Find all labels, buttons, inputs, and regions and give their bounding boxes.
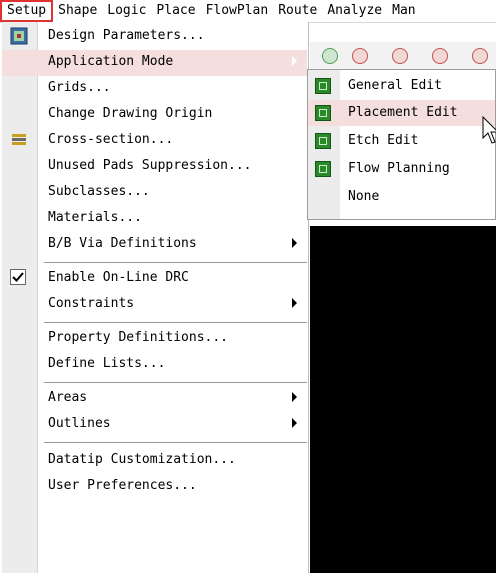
menu-flowplan[interactable]: FlowPlan: [201, 0, 274, 22]
menu-separator: [44, 442, 307, 443]
toolbar-button-icon[interactable]: [322, 48, 338, 64]
menu-item-change-drawing-origin[interactable]: Change Drawing Origin: [2, 102, 307, 128]
submenu-item-flow-planning[interactable]: Flow Planning: [308, 156, 495, 182]
submenu-item-general-edit[interactable]: General Edit: [308, 73, 495, 99]
menu-item-application-mode[interactable]: Application Mode: [2, 50, 307, 76]
menu-item-user-preferences[interactable]: User Preferences...: [2, 474, 307, 500]
menu-item-datatip-customization[interactable]: Datatip Customization...: [2, 448, 307, 474]
menu-item-define-lists[interactable]: Define Lists...: [2, 352, 307, 378]
menu-bar: Setup Shape Logic Place FlowPlan Route A…: [0, 0, 496, 23]
menu-place[interactable]: Place: [151, 0, 200, 22]
editor-toolbar: [310, 42, 496, 70]
menu-item-outlines[interactable]: Outlines: [2, 412, 307, 438]
submenu-arrow-icon: [292, 392, 297, 402]
submenu-item-etch-edit[interactable]: Etch Edit: [308, 128, 495, 154]
placement-edit-icon: [315, 105, 331, 121]
mouse-cursor-icon: [482, 116, 496, 144]
menu-separator: [44, 322, 307, 323]
application-mode-submenu: General Edit Placement Edit Etch Edit Fl…: [307, 69, 496, 220]
menu-setup[interactable]: Setup: [0, 0, 54, 22]
submenu-item-none[interactable]: None: [308, 184, 495, 210]
setup-dropdown-menu: Design Parameters... Application Mode Gr…: [2, 22, 309, 573]
submenu-arrow-icon: [292, 56, 297, 66]
general-edit-icon: [315, 78, 331, 94]
toolbar-button-icon[interactable]: [432, 48, 448, 64]
submenu-arrow-icon: [292, 298, 297, 308]
design-canvas[interactable]: [310, 226, 496, 573]
menu-separator: [44, 382, 307, 383]
menu-item-materials[interactable]: Materials...: [2, 206, 307, 232]
menu-analyze[interactable]: Analyze: [322, 0, 387, 22]
menu-manufacture[interactable]: Man: [387, 0, 420, 22]
menu-item-cross-section[interactable]: Cross-section...: [2, 128, 307, 154]
menu-item-grids[interactable]: Grids...: [2, 76, 307, 102]
menu-item-design-parameters[interactable]: Design Parameters...: [2, 24, 307, 50]
menu-item-constraints[interactable]: Constraints: [2, 292, 307, 318]
etch-edit-icon: [315, 133, 331, 149]
design-parameters-icon: [10, 27, 28, 45]
menu-shape[interactable]: Shape: [53, 0, 102, 22]
toolbar-button-icon[interactable]: [472, 48, 488, 64]
menu-logic[interactable]: Logic: [102, 0, 151, 22]
submenu-item-placement-edit[interactable]: Placement Edit: [308, 100, 495, 126]
menu-route[interactable]: Route: [273, 0, 322, 22]
menu-separator: [44, 262, 307, 263]
menu-item-property-definitions[interactable]: Property Definitions...: [2, 326, 307, 352]
menu-item-bb-via-definitions[interactable]: B/B Via Definitions: [2, 232, 307, 258]
cross-section-icon: [12, 134, 26, 145]
toolbar-button-icon[interactable]: [352, 48, 368, 64]
flow-planning-icon: [315, 161, 331, 177]
menu-item-areas[interactable]: Areas: [2, 386, 307, 412]
checkbox-checked-icon[interactable]: [10, 269, 26, 285]
submenu-arrow-icon: [292, 238, 297, 248]
submenu-arrow-icon: [292, 418, 297, 428]
menu-item-enable-online-drc[interactable]: Enable On-Line DRC: [2, 266, 307, 292]
toolbar-button-icon[interactable]: [392, 48, 408, 64]
menu-item-subclasses[interactable]: Subclasses...: [2, 180, 307, 206]
menu-item-unused-pads-suppression[interactable]: Unused Pads Suppression...: [2, 154, 307, 180]
